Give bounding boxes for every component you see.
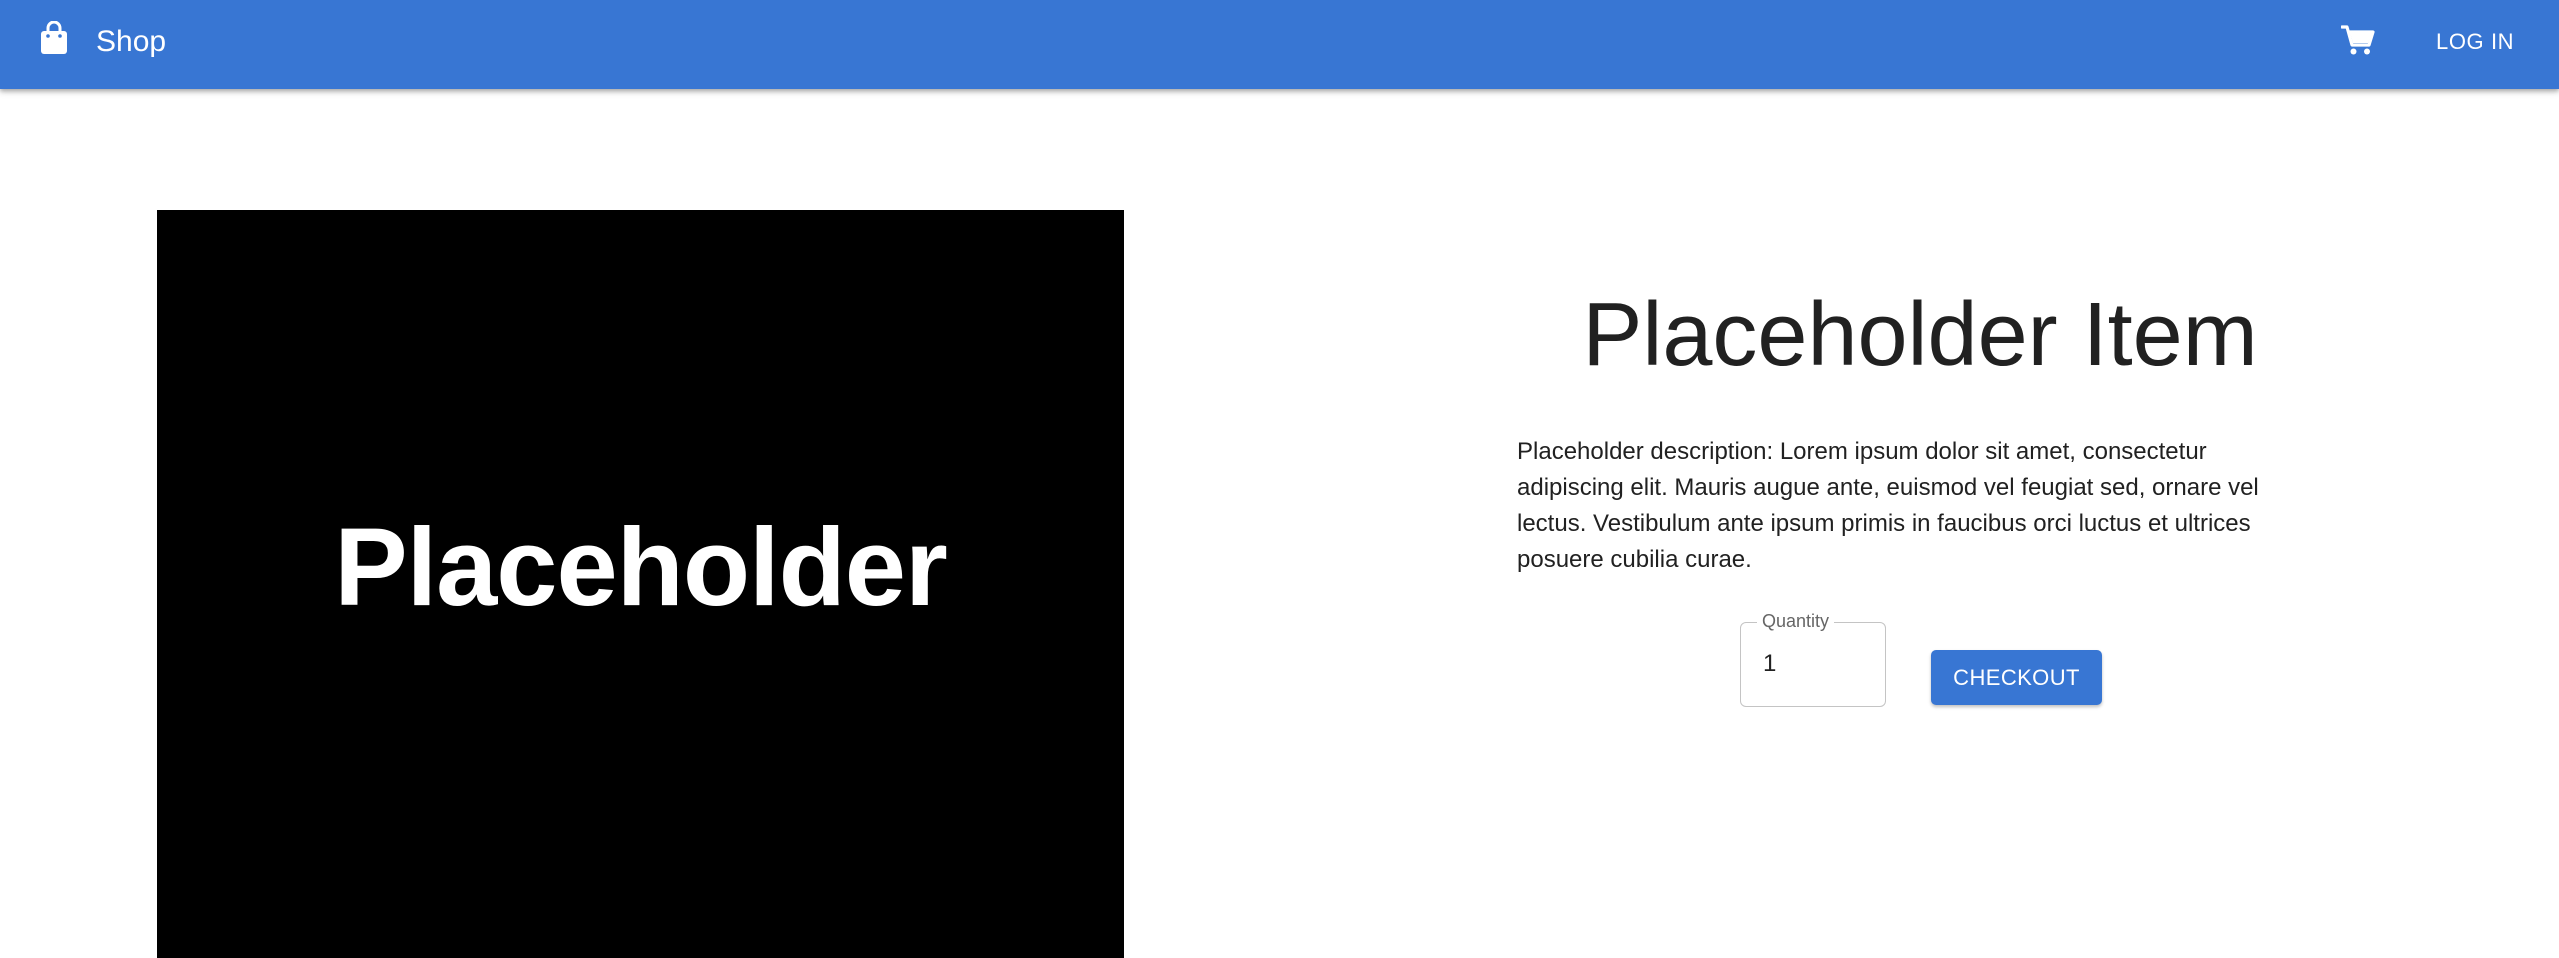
checkout-button[interactable]: CHECKOUT: [1931, 650, 2102, 705]
product-title: Placeholder Item: [1582, 285, 2258, 385]
quantity-field[interactable]: Quantity: [1740, 610, 1886, 707]
quantity-label: Quantity: [1757, 610, 1835, 632]
quantity-input[interactable]: [1763, 648, 1873, 680]
cart-button[interactable]: [2338, 22, 2378, 62]
product-description: Placeholder description: Lorem ipsum dol…: [1517, 438, 2259, 573]
shopping-cart-icon[interactable]: [2340, 24, 2375, 61]
login-button[interactable]: LOG IN: [2416, 22, 2534, 62]
product-image: Placeholder: [157, 210, 1124, 958]
shopping-bag-icon: [40, 20, 68, 55]
product-image-placeholder-text: Placeholder: [334, 506, 948, 629]
brand-name[interactable]: Shop: [96, 24, 166, 60]
app-bar: Shop LOG IN: [0, 0, 2559, 89]
